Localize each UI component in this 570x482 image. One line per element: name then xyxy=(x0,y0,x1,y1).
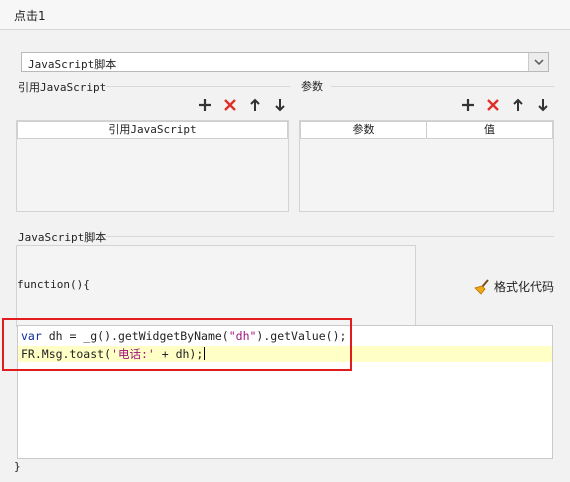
tab-bar: 点击1 xyxy=(0,0,570,30)
params-table[interactable]: 参数 值 xyxy=(299,120,554,212)
ref-section-divider xyxy=(106,86,290,87)
tab-click-1[interactable]: 点击1 xyxy=(14,7,46,24)
delete-icon xyxy=(486,99,499,111)
format-code-label: 格式化代码 xyxy=(494,280,555,294)
ref-move-up-button[interactable] xyxy=(242,96,267,114)
params-move-down-button[interactable] xyxy=(530,96,555,114)
plus-icon xyxy=(461,99,474,111)
ref-js-table-header: 引用JavaScript xyxy=(17,121,288,139)
arrow-up-icon xyxy=(249,98,260,111)
function-open-text: function(){ xyxy=(17,278,90,291)
arrow-down-icon xyxy=(274,99,285,112)
ref-js-column-header: 引用JavaScript xyxy=(108,123,197,136)
select-dropdown-button[interactable] xyxy=(528,53,548,71)
ref-add-button[interactable] xyxy=(192,96,217,114)
ref-js-section-title: 引用JavaScript xyxy=(18,81,107,94)
broom-icon xyxy=(474,278,489,295)
params-add-button[interactable] xyxy=(455,96,480,114)
params-section-divider xyxy=(331,86,554,87)
script-section-title: JavaScript脚本 xyxy=(18,231,107,244)
arrow-down-icon xyxy=(537,99,548,112)
param-value-column-header: 值 xyxy=(426,122,552,138)
chevron-down-icon xyxy=(534,59,544,66)
ref-js-table[interactable]: 引用JavaScript xyxy=(16,120,289,212)
format-code-button[interactable]: 格式化代码 xyxy=(474,278,554,295)
params-section-title: 参数 xyxy=(301,80,323,93)
script-section-divider xyxy=(106,236,554,237)
params-delete-button[interactable] xyxy=(480,96,505,114)
ref-move-down-button[interactable] xyxy=(267,96,292,114)
plus-icon xyxy=(198,99,211,111)
param-name-column-header: 参数 xyxy=(352,123,375,136)
params-toolbar xyxy=(455,96,555,114)
params-move-up-button[interactable] xyxy=(505,96,530,114)
arrow-up-icon xyxy=(512,98,523,111)
ref-toolbar xyxy=(192,96,292,114)
script-type-select[interactable]: JavaScript脚本 xyxy=(21,52,549,72)
ref-delete-button[interactable] xyxy=(217,96,242,114)
highlight-annotation-box xyxy=(2,318,352,371)
delete-icon xyxy=(223,99,236,111)
function-close-text: } xyxy=(14,460,21,473)
script-type-value: JavaScript脚本 xyxy=(28,58,117,71)
params-table-header: 参数 值 xyxy=(300,121,553,139)
